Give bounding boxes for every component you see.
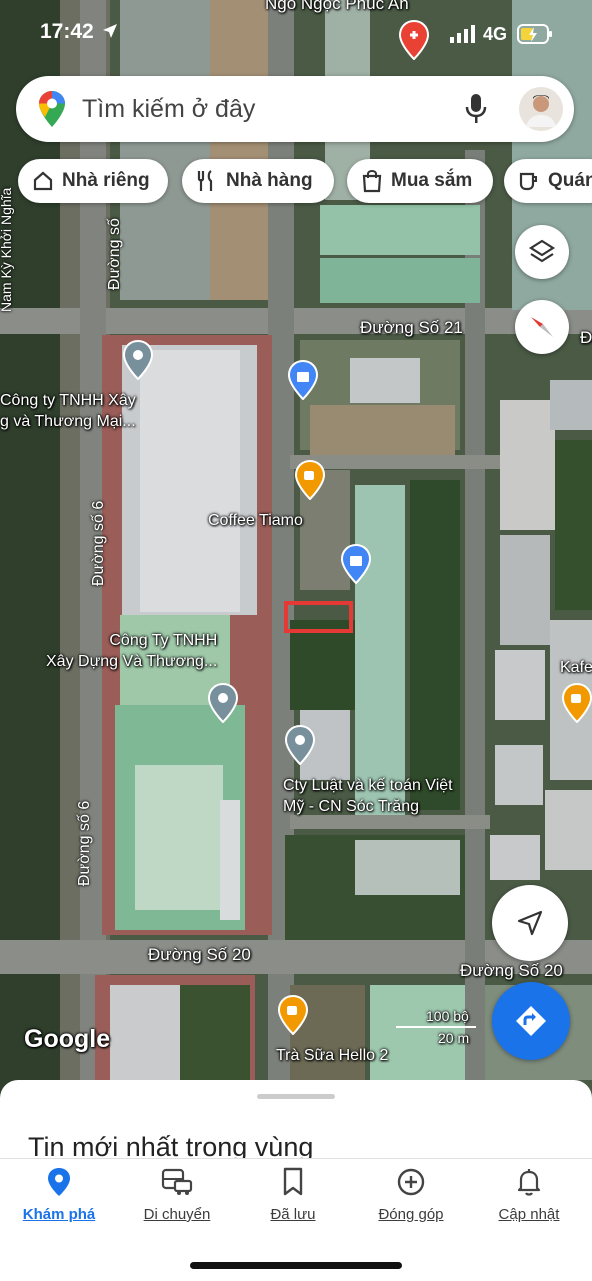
search-bar[interactable]: Tìm kiếm ở đây [16,76,574,142]
location-pin-icon [48,1168,70,1196]
tab-label: Di chuyển [143,1206,211,1223]
restaurant-icon [197,170,213,191]
add-circle-icon [397,1168,425,1196]
chip-label: Nhà hàng [226,170,313,191]
road-label-left-edge: Nam Kỳ Khởi Nghĩa [0,187,14,312]
home-indicator [190,1262,402,1269]
coffee-pin-icon[interactable] [562,683,592,723]
shopping-pin-icon[interactable] [288,360,318,400]
map-scale: 100 bộ 20 m [396,1008,480,1048]
chip-nha-rieng[interactable]: Nhà riêng [18,159,168,203]
signal-bars-icon [450,25,475,43]
poi-label-cong-ty-1[interactable]: Công ty TNHH Xây g và Thương Mại... [0,390,136,432]
chip-nha-hang[interactable]: Nhà hàng [182,159,334,203]
compass-icon [531,317,553,337]
tab-dong-gop[interactable]: Đóng góp [352,1167,470,1223]
road-label-duong-so-left-top: Đường số [106,218,123,290]
poi-label-cty-luat-line1: Cty Luật và kế toán Việt [283,777,453,794]
scale-feet: 100 bộ [426,1008,469,1024]
tab-label: Đóng góp [378,1206,444,1223]
road-label-right-edge: Đ [580,328,592,347]
shopping-bag-icon [362,170,382,193]
coffee-pin-icon[interactable] [295,460,325,500]
tab-label: Cập nhật [498,1206,560,1223]
avatar[interactable] [519,87,563,131]
road-label-duong-so-21: Đường Số 21 [360,318,463,337]
poi-label-cong-ty-1-line2: g và Thương Mại... [0,413,136,430]
tab-cap-nhat[interactable]: Cập nhật [470,1167,588,1223]
tab-label: Khám phá [22,1206,96,1223]
tab-kham-pha[interactable]: Khám phá [0,1167,118,1223]
road-label-duong-so-6-bottom: Đường số 6 [76,800,93,886]
gray-location-pin-icon[interactable] [285,725,315,765]
layers-icon [528,239,556,263]
coffee-pin-icon[interactable] [278,995,308,1035]
status-bar: 17:42 4G [0,0,592,66]
poi-label-coffee-tiamo[interactable]: Coffee Tiamo [208,510,303,531]
poi-label-tra-sua[interactable]: Trà Sữa Hello 2 [276,1045,388,1066]
road-label-duong-so-20-right: Đường Số 20 [460,961,563,980]
home-icon [33,171,53,191]
commute-icon [161,1168,193,1195]
poi-label-cong-ty-2-line1: Công Ty TNHH [109,632,218,649]
gray-location-pin-icon[interactable] [123,340,153,380]
coffee-icon [519,172,537,191]
road-label-duong-so-20: Đường Số 20 [148,945,251,964]
navigation-arrow-icon [517,910,543,936]
poi-label-kafe[interactable]: Kafe [560,657,592,678]
location-arrow-icon [102,24,117,38]
directions-icon [516,1006,546,1036]
chip-mua-sam[interactable]: Mua sắm [347,159,493,203]
poi-label-cong-ty-2-line2: Xây Dựng Và Thương... [46,653,218,670]
search-input[interactable]: Tìm kiếm ở đây [82,95,255,124]
sheet-drag-handle[interactable] [257,1094,335,1099]
status-time: 17:42 [40,20,118,44]
directions-button[interactable] [492,982,570,1060]
google-logo: Google [24,1025,111,1053]
microphone-icon[interactable] [465,93,487,125]
road-label-duong-so-6-top: Đường số 6 [90,500,107,586]
tab-di-chuyen[interactable]: Di chuyển [118,1167,236,1223]
shopping-pin-icon[interactable] [341,544,371,584]
battery-charging-icon [517,24,552,44]
poi-label-cong-ty-2[interactable]: Công Ty TNHH Xây Dựng Và Thương... [46,630,217,672]
chip-quan[interactable]: Quán [504,159,592,203]
my-location-button[interactable] [492,885,568,961]
tab-label: Đã lưu [270,1206,316,1223]
tab-da-luu[interactable]: Đã lưu [234,1167,352,1223]
poi-label-cty-luat[interactable]: Cty Luật và kế toán Việt Mỹ - CN Sóc Tră… [283,775,453,817]
gray-location-pin-icon[interactable] [208,683,238,723]
chip-label: Quán [548,170,592,191]
poi-label-cty-luat-line2: Mỹ - CN Sóc Trăng [283,798,420,815]
layers-button[interactable] [515,225,569,279]
scale-meters: 20 m [438,1030,470,1046]
bookmark-icon [283,1167,303,1196]
network-type: 4G [483,24,508,44]
google-maps-logo-icon [39,91,65,127]
poi-label-cong-ty-1-line1: Công ty TNHH Xây [0,392,136,409]
bell-icon [517,1169,541,1196]
chip-label: Nhà riêng [62,170,150,191]
chip-label: Mua sắm [391,170,473,191]
compass-button[interactable] [515,300,569,354]
